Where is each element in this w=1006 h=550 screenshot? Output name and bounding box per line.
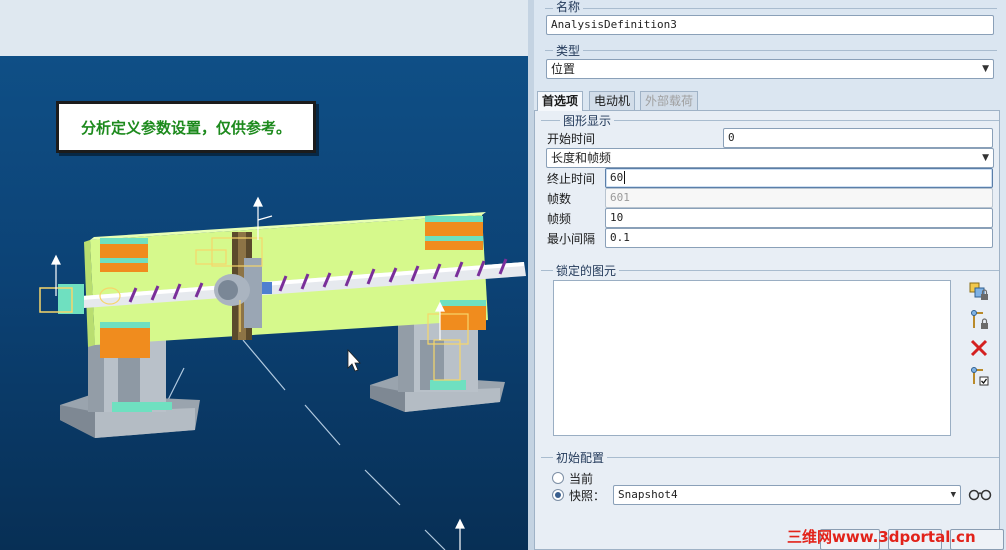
tab-motors[interactable]: 电动机 [589, 91, 636, 110]
start-time-label: 开始时间 [547, 132, 596, 146]
initial-config-group-label: 初始配置 [553, 449, 608, 466]
chevron-down-icon: ▼ [982, 153, 989, 163]
lock-body-icon[interactable] [968, 280, 990, 302]
watermark: 三维网www.3dportal.cn [787, 528, 976, 546]
type-select-value: 位置 [551, 62, 576, 76]
current-radio[interactable] [552, 472, 564, 484]
mouse-cursor [347, 348, 361, 372]
end-time-input[interactable]: 60 [605, 168, 993, 188]
frame-rate-input[interactable]: 10 [605, 208, 993, 228]
current-radio-label: 当前 [569, 472, 594, 486]
snapshot-select-value: Snapshot4 [618, 488, 678, 501]
min-interval-input[interactable]: 0.1 [605, 228, 993, 248]
chevron-down-icon: ▼ [950, 490, 956, 500]
graphics-group-label: 图形显示 [560, 112, 615, 129]
right-support [370, 320, 505, 412]
start-time-input[interactable]: 0 [723, 128, 993, 148]
name-input[interactable]: AnalysisDefinition3 [546, 15, 994, 35]
annotation-note: 分析定义参数设置，仅供参考。 [56, 101, 316, 153]
type-select[interactable]: 位置 ▼ [546, 59, 994, 79]
min-interval-label: 最小间隔 [547, 232, 596, 246]
tab-external-loads: 外部载荷 [640, 91, 699, 110]
frames-input: 601 [605, 188, 993, 208]
locked-group-label: 锁定的图元 [553, 262, 620, 279]
frames-label: 帧数 [547, 192, 572, 206]
mechanism-model[interactable] [0, 0, 528, 550]
snapshot-radio[interactable] [552, 489, 564, 501]
display-mode-select[interactable]: 长度和帧频 ▼ [546, 148, 994, 168]
tab-preferences[interactable]: 首选项 [537, 91, 584, 111]
text-caret [624, 171, 626, 184]
model-viewport[interactable]: 分析定义参数设置，仅供参考。 [0, 0, 528, 550]
name-group-label: 名称 [553, 0, 584, 15]
preview-glasses-icon[interactable] [968, 486, 992, 502]
annotation-text: 分析定义参数设置，仅供参考。 [80, 118, 291, 137]
delete-icon[interactable] [968, 337, 990, 359]
type-group-label: 类型 [553, 42, 584, 59]
name-group-border [545, 8, 997, 9]
initial-config-group-border [541, 457, 999, 458]
end-time-value: 60 [610, 171, 624, 184]
lock-check-icon[interactable] [968, 365, 990, 387]
chevron-down-icon: ▼ [982, 64, 989, 74]
snapshot-select[interactable]: Snapshot4 ▼ [613, 485, 961, 505]
snapshot-radio-label: 快照： [569, 489, 606, 503]
type-group-border [545, 50, 997, 51]
lock-connection-icon[interactable] [968, 309, 990, 331]
display-mode-value: 长度和帧频 [551, 151, 612, 165]
frame-rate-label: 帧频 [547, 212, 572, 226]
locked-entities-list[interactable] [553, 280, 951, 436]
end-time-label: 终止时间 [547, 172, 596, 186]
